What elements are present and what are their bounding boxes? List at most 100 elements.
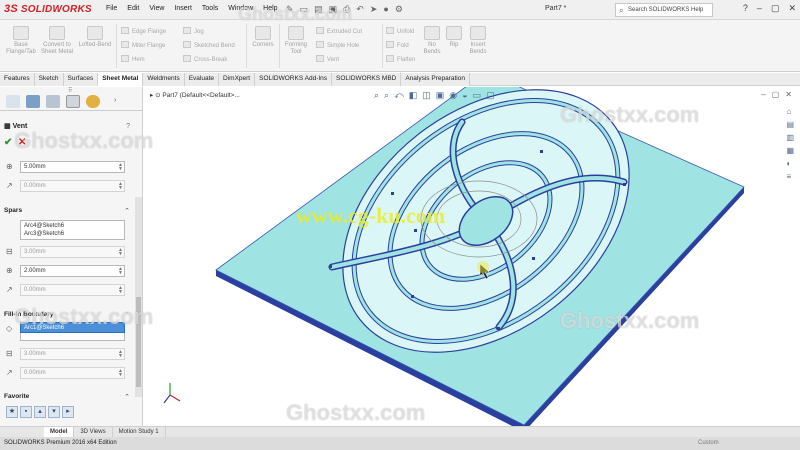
menu-edit[interactable]: Edit [127, 5, 139, 12]
open-icon[interactable]: ▤ [314, 4, 323, 15]
print-icon[interactable]: ⎙ [343, 4, 350, 15]
fill-boundary-list-empty[interactable] [20, 333, 125, 341]
spar-width-input[interactable]: 2.00mm ▲ ▼ [20, 265, 125, 277]
appearance-icon[interactable]: ◒ [462, 90, 467, 101]
list-item[interactable]: Arc3@Sketch6 [24, 230, 121, 238]
tab-features[interactable]: Features [0, 73, 35, 86]
rib-offset-input[interactable]: 0.00mm ▲ ▼ [20, 180, 125, 192]
fill-depth-input[interactable]: 3.00mm ▲ ▼ [20, 348, 125, 360]
viewport-close-icon[interactable]: ✕ [785, 90, 792, 99]
menu-file[interactable]: File [106, 5, 117, 12]
section-view-icon[interactable]: ◧ [409, 90, 418, 101]
minimize-icon[interactable]: – [757, 3, 762, 14]
no-bends-button[interactable]: No Bends [420, 26, 444, 56]
miter-flange-button[interactable]: Miter Flange [121, 41, 165, 50]
property-manager-tab-icon[interactable] [26, 95, 40, 108]
spar-depth-input[interactable]: 3.00mm ▲ ▼ [20, 246, 125, 258]
list-item[interactable]: Arc1@Sketch6 [24, 324, 121, 332]
fold-button[interactable]: Fold [386, 41, 409, 50]
file-explorer-icon[interactable]: ▥ [786, 133, 794, 142]
feature-tree-breadcrumb[interactable]: ▸ ⊙ Part7 (Default<<Default>... [150, 91, 240, 99]
custom-properties-icon[interactable]: ≡ [786, 172, 794, 181]
undo-icon[interactable]: ↶ [356, 4, 364, 15]
spars-collapse-icon[interactable]: ⌃ [124, 207, 130, 215]
forming-tool-button[interactable]: Forming Tool [282, 26, 310, 56]
view-palette-icon[interactable]: ▦ [786, 146, 794, 155]
feature-tree-tab-icon[interactable] [6, 95, 20, 108]
cross-break-button[interactable]: Cross-Break [183, 55, 227, 64]
view-settings-icon[interactable]: ▢ [486, 90, 495, 101]
zoom-to-fit-icon[interactable]: ⌕ [374, 90, 379, 101]
zoom-area-icon[interactable]: ⌕ [384, 90, 389, 101]
favorite-collapse-icon[interactable]: ⌃ [124, 393, 130, 401]
vent-button[interactable]: Vent [316, 55, 339, 64]
simple-hole-button[interactable]: Simple Hole [316, 41, 359, 50]
jog-button[interactable]: Jog [183, 27, 204, 36]
edge-flange-button[interactable]: Edge Flange [121, 27, 166, 36]
close-icon[interactable]: ✕ [788, 3, 796, 14]
rebuild-icon[interactable]: ● [383, 4, 388, 15]
menu-window[interactable]: Window [228, 5, 253, 12]
search-help-input[interactable]: ⌕ Search SOLIDWORKS Help [615, 3, 713, 17]
base-flange-button[interactable]: Base Flange/Tab [6, 26, 36, 56]
tab-addins[interactable]: SOLIDWORKS Add-Ins [255, 73, 333, 86]
select-icon[interactable]: ➤ [370, 4, 378, 15]
fill-offset-input[interactable]: 0.00mm ▲ ▼ [20, 367, 125, 379]
scene-icon[interactable]: ▭ [473, 90, 482, 101]
view-orientation-icon[interactable]: ◫ [422, 90, 431, 101]
extruded-cut-button[interactable]: Extruded Cut [316, 27, 362, 36]
solidworks-logo[interactable]: 3S SOLIDWORKS [4, 3, 92, 15]
appearances-icon[interactable]: ◐ [786, 159, 794, 168]
favorite-delete-icon[interactable]: ▾ [48, 406, 60, 418]
display-style-icon[interactable]: ▣ [436, 90, 445, 101]
menu-tools[interactable]: Tools [202, 5, 218, 12]
hide-show-icon[interactable]: ◉ [449, 90, 457, 101]
help-icon[interactable]: ? [126, 123, 130, 130]
fill-boundary-list[interactable]: Arc1@Sketch6 [20, 322, 125, 333]
options-icon[interactable]: ⚙ [395, 4, 403, 15]
spar-offset-input[interactable]: 0.00mm ▲ ▼ [20, 284, 125, 296]
favorite-save-icon[interactable]: ▪ [20, 406, 32, 418]
spars-list[interactable]: Arc4@Sketch6 Arc3@Sketch6 [20, 220, 125, 240]
unfold-button[interactable]: Unfold [386, 27, 414, 36]
cancel-x-icon[interactable]: ✕ [18, 137, 26, 148]
configuration-tab-icon[interactable] [46, 95, 60, 108]
resources-icon[interactable]: ⌂ [786, 107, 794, 116]
viewport-minimize-icon[interactable]: – [761, 90, 765, 99]
appearance-tab-icon[interactable] [86, 95, 100, 108]
tab-model[interactable]: Model [44, 427, 75, 437]
panel-scrollbar[interactable] [135, 197, 142, 397]
convert-sheet-metal-button[interactable]: Convert to Sheet Metal [40, 26, 74, 56]
viewport-restore-icon[interactable]: ▢ [772, 90, 780, 99]
insert-bends-button[interactable]: Insert Bends [466, 26, 490, 56]
sketched-bend-button[interactable]: Sketched Bend [183, 41, 235, 50]
tab-surfaces[interactable]: Surfaces [63, 73, 99, 86]
maximize-icon[interactable]: ▢ [771, 3, 780, 14]
graphics-area[interactable]: ▸ ⊙ Part7 (Default<<Default>... ⌕ ⌕ ⤺ ◧ … [144, 87, 800, 426]
rip-button[interactable]: Rip [444, 26, 464, 49]
menu-insert[interactable]: Insert [174, 5, 192, 12]
menu-view[interactable]: View [149, 5, 164, 12]
hem-button[interactable]: Hem [121, 55, 145, 64]
favorite-load-icon[interactable]: ▴ [34, 406, 46, 418]
tab-dimxpert[interactable]: DimXpert [219, 73, 256, 86]
dimxpert-tab-icon[interactable] [66, 95, 80, 108]
pin-icon[interactable]: ✎ [286, 4, 294, 15]
tab-evaluate[interactable]: Evaluate [184, 73, 220, 86]
corners-button[interactable]: Corners [250, 26, 276, 49]
tab-weldments[interactable]: Weldments [143, 73, 185, 86]
new-icon[interactable]: ▭ [300, 4, 309, 15]
flatten-button[interactable]: Flatten [386, 55, 415, 64]
units-dropdown[interactable]: Custom [698, 440, 719, 446]
menu-help[interactable]: Help [263, 5, 277, 12]
list-item[interactable]: Arc4@Sketch6 [24, 222, 121, 230]
sheet-metal-vent-model[interactable] [144, 87, 800, 426]
tab-3d-views[interactable]: 3D Views [74, 427, 113, 437]
tab-mbd[interactable]: SOLIDWORKS MBD [332, 73, 402, 86]
rib-width-input[interactable]: 5.00mm ▲ ▼ [20, 161, 125, 173]
tab-analysis-preparation[interactable]: Analysis Preparation [401, 73, 470, 86]
tab-sketch[interactable]: Sketch [34, 73, 64, 86]
tab-sheet-metal[interactable]: Sheet Metal [98, 73, 144, 86]
ok-check-icon[interactable]: ✔ [4, 137, 12, 148]
help-icon[interactable]: ? [743, 3, 748, 14]
